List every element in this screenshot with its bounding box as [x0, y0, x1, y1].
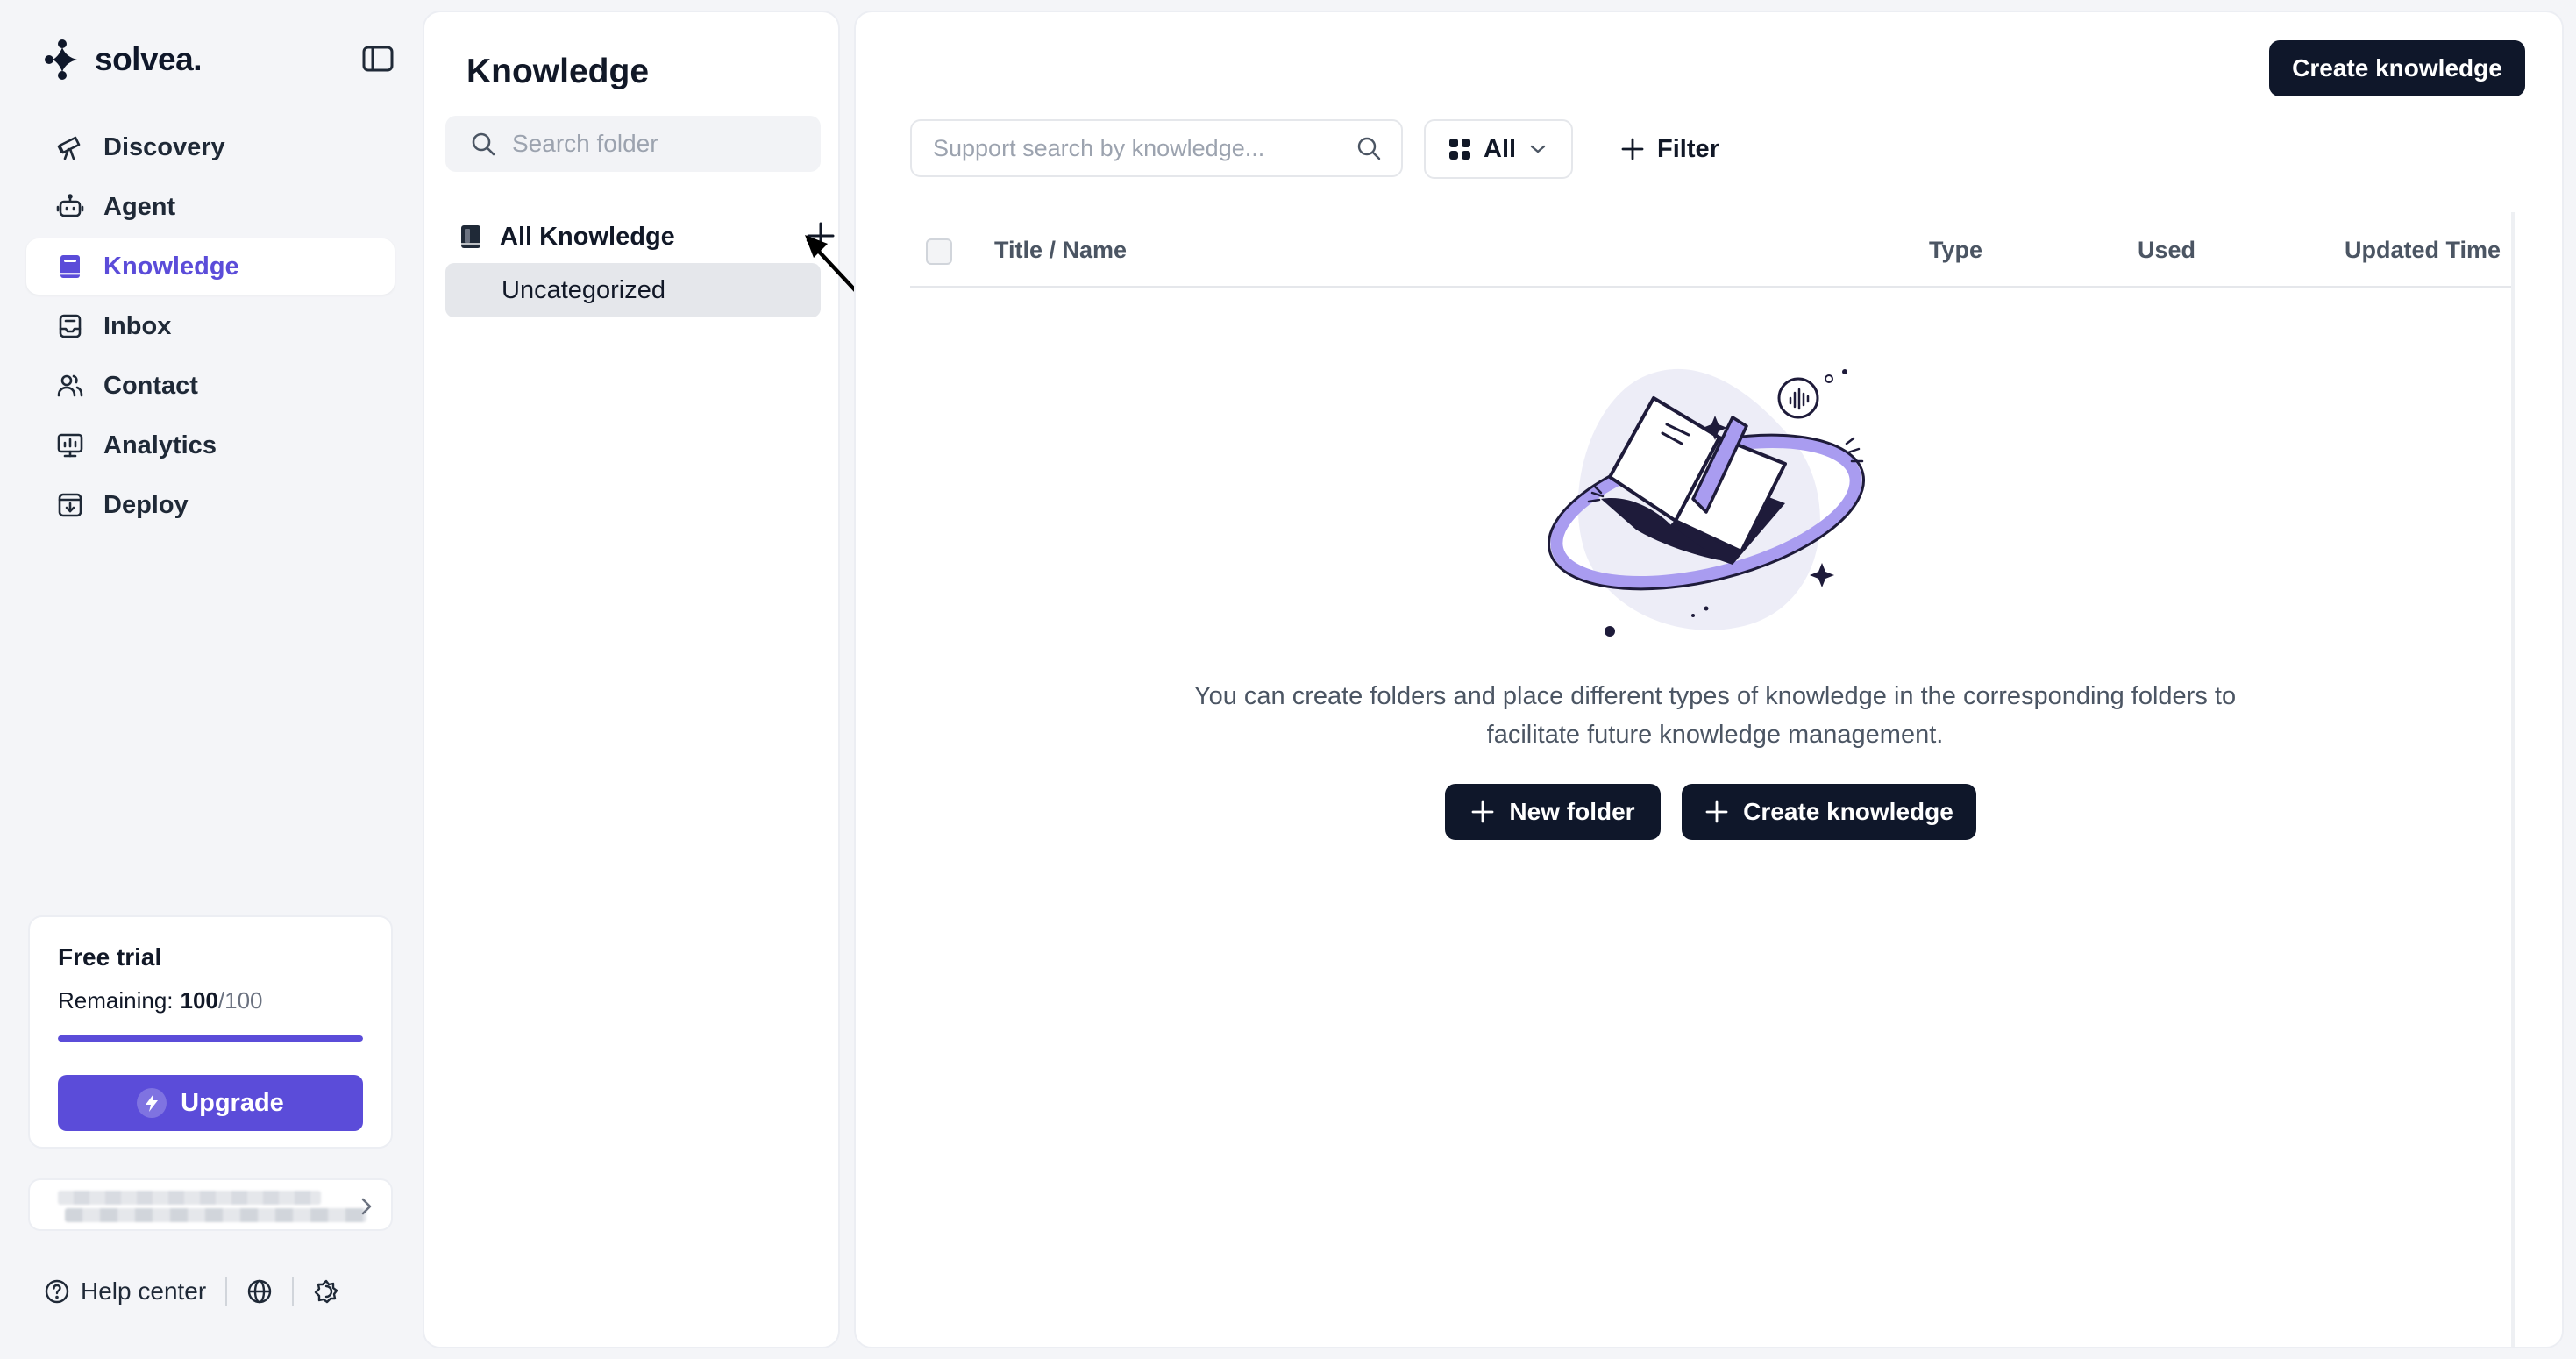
folder-search[interactable] [445, 116, 821, 172]
users-icon [57, 374, 83, 397]
plus-icon [1705, 800, 1728, 823]
folder-all-label: All Knowledge [500, 222, 675, 251]
redacted-account-name [58, 1191, 321, 1205]
remaining-count: 100 [180, 987, 218, 1014]
column-updated-time[interactable]: Updated Time [2345, 237, 2501, 264]
filter-button[interactable]: Filter [1620, 126, 1719, 172]
nav-item-knowledge[interactable]: Knowledge [26, 238, 395, 295]
nav-item-discovery[interactable]: Discovery [26, 119, 395, 175]
app-window: solvea. Discovery Agent Knowledge Inbox … [0, 0, 2576, 1359]
help-center-link[interactable]: Help center [44, 1277, 206, 1306]
brand-name: solvea. [95, 41, 202, 77]
inbox-icon [59, 314, 82, 338]
footer-divider [225, 1277, 228, 1306]
filter-label: Filter [1657, 134, 1719, 163]
empty-state-book-illustration [1547, 368, 1866, 637]
chevron-down-icon [1530, 145, 1546, 153]
book-icon [60, 255, 80, 278]
remaining-label: Remaining: [58, 987, 174, 1014]
globe-icon[interactable] [246, 1278, 273, 1305]
remaining-total: /100 [217, 987, 263, 1014]
search-icon[interactable] [1356, 135, 1382, 161]
empty-create-label: Create knowledge [1743, 798, 1953, 825]
create-knowledge-label: Create knowledge [2292, 54, 2502, 82]
folder-item-uncategorized[interactable]: Uncategorized [445, 263, 821, 317]
help-icon [45, 1279, 69, 1304]
redacted-account-email [65, 1208, 366, 1222]
add-folder-icon[interactable] [801, 217, 840, 255]
account-switcher[interactable] [28, 1178, 393, 1231]
upgrade-button[interactable]: Upgrade [58, 1075, 363, 1131]
nav-label: Discovery [103, 132, 225, 161]
grid-icon [1449, 139, 1470, 160]
new-folder-button[interactable]: New folder [1445, 784, 1661, 840]
plus-icon [1621, 138, 1644, 160]
bolt-icon [137, 1088, 167, 1118]
nav-item-contact[interactable]: Contact [26, 358, 395, 414]
type-filter-select[interactable]: All [1424, 119, 1573, 179]
nav-item-deploy[interactable]: Deploy [26, 477, 395, 533]
folder-panel: Knowledge All Knowledge Uncategorized [423, 11, 840, 1348]
nav-list: Discovery Agent Knowledge Inbox Contact … [26, 119, 395, 537]
trial-progress-bar [58, 1035, 363, 1042]
column-used[interactable]: Used [2138, 237, 2195, 264]
telescope-icon [57, 136, 81, 160]
create-knowledge-button[interactable]: Create knowledge [2269, 40, 2525, 96]
footer-divider [292, 1277, 295, 1306]
table-scrollbar[interactable] [2511, 212, 2515, 1347]
help-center-label: Help center [81, 1277, 207, 1305]
nav-label: Knowledge [103, 252, 239, 281]
chevron-right-icon [361, 1198, 372, 1215]
nav-item-analytics[interactable]: Analytics [26, 417, 395, 473]
robot-icon [56, 194, 84, 217]
table-header: Title / Name Type Used Updated Time [910, 212, 2515, 288]
empty-state-message: You can create folders and place differe… [1193, 682, 2237, 749]
column-title-name[interactable]: Title / Name [994, 237, 1127, 264]
sidebar-footer: Help center [44, 1273, 339, 1310]
knowledge-search[interactable] [910, 119, 1403, 177]
nav-item-agent[interactable]: Agent [26, 179, 395, 235]
logo[interactable]: solvea. [44, 39, 202, 81]
folder-item-label: Uncategorized [502, 275, 665, 304]
upgrade-label: Upgrade [181, 1088, 284, 1117]
nav-label: Deploy [103, 490, 189, 519]
type-filter-value: All [1484, 134, 1517, 163]
search-icon [472, 132, 495, 156]
new-folder-label: New folder [1509, 798, 1635, 825]
column-type[interactable]: Type [1929, 237, 1982, 264]
trial-remaining: Remaining: 100/100 [58, 987, 363, 1014]
sidebar-collapse-icon[interactable] [361, 44, 395, 74]
sidebar: solvea. Discovery Agent Knowledge Inbox … [0, 0, 421, 1359]
theme-toggle-icon[interactable] [313, 1278, 339, 1305]
book-icon [461, 225, 480, 248]
nav-label: Inbox [103, 311, 172, 340]
knowledge-search-input[interactable] [933, 134, 1356, 162]
select-all-checkbox[interactable] [926, 238, 952, 265]
nav-label: Agent [103, 192, 176, 221]
empty-create-knowledge-button[interactable]: Create knowledge [1682, 784, 1976, 840]
nav-item-inbox[interactable]: Inbox [26, 298, 395, 354]
chart-icon [57, 433, 83, 458]
deploy-icon [58, 493, 82, 517]
knowledge-main-panel: Create knowledge All Filter Titl [854, 11, 2564, 1348]
nav-label: Analytics [103, 430, 217, 459]
trial-title: Free trial [58, 943, 162, 971]
plus-icon [1472, 800, 1494, 823]
free-trial-card: Free trial Remaining: 100/100 Upgrade [28, 915, 393, 1149]
nav-label: Contact [103, 371, 198, 400]
folder-search-input[interactable] [512, 130, 801, 158]
solvea-logo-icon [45, 39, 77, 80]
folder-all-knowledge[interactable]: All Knowledge [459, 212, 835, 261]
trial-progress-fill [58, 1035, 363, 1042]
page-title: Knowledge [466, 53, 650, 90]
